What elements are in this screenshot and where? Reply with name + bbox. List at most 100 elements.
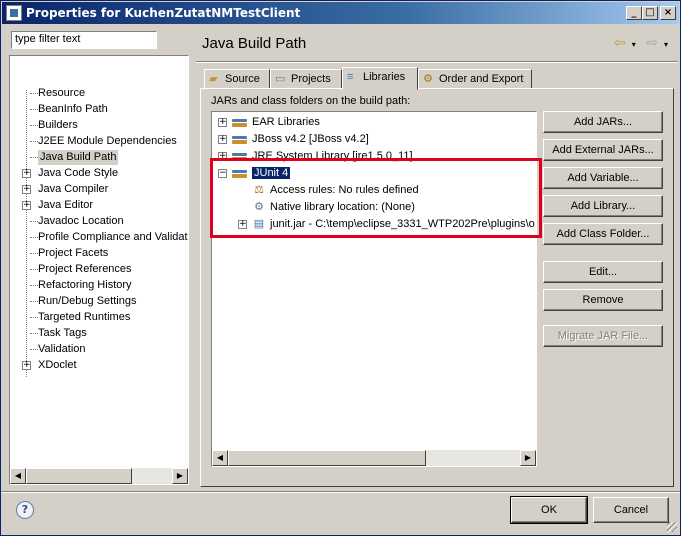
property-page-tree[interactable]: Resource BeanInfo Path Builders J2EE Module…: [9, 55, 189, 485]
tab-source[interactable]: ▰ Source: [204, 69, 270, 89]
ok-button[interactable]: OK: [510, 496, 588, 524]
add-jars-button[interactable]: Add JARs...: [543, 111, 663, 133]
nav-tree-item[interactable]: Run/Debug Settings: [38, 294, 136, 309]
nav-tree-item[interactable]: Task Tags: [38, 326, 87, 341]
library-entry-item[interactable]: ⚖ Access rules: No rules defined: [252, 182, 419, 198]
nav-tree-item[interactable]: Javadoc Location: [38, 214, 124, 229]
expand-icon[interactable]: +: [218, 118, 227, 127]
library-icon: [232, 133, 248, 146]
libraries-icon: ≡: [347, 71, 354, 83]
expand-icon[interactable]: +: [218, 135, 227, 144]
library-label: junit.jar - C:\temp\eclipse_3331_WTP202P…: [270, 218, 535, 230]
maximize-button[interactable]: □: [642, 6, 658, 20]
forward-arrow-icon[interactable]: ⇨: [646, 35, 658, 51]
tab-libraries[interactable]: ≡ Libraries: [342, 67, 418, 90]
page-title: Java Build Path: [202, 35, 307, 52]
library-container-item[interactable]: JBoss v4.2 [JBoss v4.2]: [232, 131, 369, 147]
tab-label: Projects: [291, 73, 331, 85]
nav-tree-item[interactable]: Builders: [38, 118, 78, 133]
expand-icon[interactable]: +: [238, 220, 247, 229]
library-container-item[interactable]: EAR Libraries: [232, 114, 320, 130]
library-entry-item[interactable]: ▤ junit.jar - C:\temp\eclipse_3331_WTP202…: [252, 216, 535, 232]
nav-tree-item[interactable]: Java Editor: [38, 198, 93, 213]
tab-label: Order and Export: [439, 73, 524, 85]
expand-icon[interactable]: +: [22, 201, 31, 210]
nav-tree-item[interactable]: XDoclet: [38, 358, 77, 373]
add-library-button[interactable]: Add Library...: [543, 195, 663, 217]
title-separator: [196, 61, 678, 63]
library-container-item[interactable]: JRE System Library [jre1.5.0_11]: [232, 148, 413, 164]
migrate-jar-button[interactable]: Migrate JAR File...: [543, 325, 663, 347]
nav-tree-item[interactable]: Validation: [38, 342, 86, 357]
tab-order-export[interactable]: ⚙ Order and Export: [418, 69, 532, 89]
nav-horizontal-scrollbar[interactable]: ◀ ▶: [10, 468, 188, 484]
forward-dropdown-icon[interactable]: ▾: [664, 40, 668, 49]
library-label: Native library location: (None): [270, 201, 415, 213]
nav-tree-item[interactable]: Java Build Path: [38, 150, 119, 165]
tree-connector: [30, 93, 38, 94]
tab-projects[interactable]: ▭ Projects: [270, 69, 342, 89]
nav-tree-item[interactable]: Java Compiler: [38, 182, 108, 197]
nav-tree-item[interactable]: Refactoring History: [38, 278, 132, 293]
library-label: JUnit 4: [252, 167, 291, 179]
tree-connector: [30, 301, 38, 302]
help-icon[interactable]: ?: [16, 501, 34, 519]
title-bar[interactable]: Properties for KuchenZutatNMTestClient _…: [2, 2, 679, 24]
nav-tree-item[interactable]: Targeted Runtimes: [38, 310, 130, 325]
expand-icon[interactable]: +: [22, 185, 31, 194]
tree-connector: [30, 109, 38, 110]
library-icon: [232, 150, 248, 163]
library-label: Access rules: No rules defined: [270, 184, 419, 196]
minimize-button[interactable]: _: [626, 6, 642, 20]
nav-tree-item[interactable]: J2EE Module Dependencies: [38, 134, 177, 149]
library-label: EAR Libraries: [252, 116, 320, 128]
libraries-horizontal-scrollbar[interactable]: ◀ ▶: [212, 450, 536, 466]
expand-icon[interactable]: +: [22, 361, 31, 370]
libraries-label: JARs and class folders on the build path…: [211, 95, 411, 107]
nav-tree-item[interactable]: Profile Compliance and Validatic: [38, 230, 188, 245]
window-title: Properties for KuchenZutatNMTestClient: [26, 6, 301, 20]
tree-connector: [30, 221, 38, 222]
tree-connector: [30, 269, 38, 270]
scroll-right-arrow-icon[interactable]: ▶: [520, 450, 536, 466]
nav-tree-item[interactable]: Java Code Style: [38, 166, 118, 181]
close-button[interactable]: ×: [660, 6, 676, 20]
native-library-icon: ⚙: [254, 201, 264, 214]
add-variable-button[interactable]: Add Variable...: [543, 167, 663, 189]
filter-input[interactable]: type filter text: [11, 31, 157, 49]
libraries-tree[interactable]: + EAR Libraries + JBoss v4.2 [JBoss v4.2] + J…: [211, 111, 537, 467]
add-class-folder-button[interactable]: Add Class Folder...: [543, 223, 663, 245]
back-arrow-icon[interactable]: ⇦: [614, 35, 626, 51]
library-entry-item[interactable]: ⚙ Native library location: (None): [252, 199, 415, 215]
remove-button[interactable]: Remove: [543, 289, 663, 311]
nav-tree-item[interactable]: Project References: [38, 262, 132, 277]
nav-tree-item[interactable]: BeanInfo Path: [38, 102, 108, 117]
nav-tree-item[interactable]: Resource: [38, 86, 85, 101]
library-container-item[interactable]: JUnit 4: [232, 165, 291, 181]
tree-connector: [30, 285, 38, 286]
collapse-icon[interactable]: −: [218, 169, 227, 178]
scroll-right-arrow-icon[interactable]: ▶: [172, 468, 188, 484]
property-page-nav: type filter text Resource BeanInfo Path Bu…: [5, 27, 191, 489]
tree-connector: [30, 333, 38, 334]
scroll-left-arrow-icon[interactable]: ◀: [212, 450, 228, 466]
tree-connector: [30, 237, 38, 238]
edit-button[interactable]: Edit...: [543, 261, 663, 283]
back-dropdown-icon[interactable]: ▾: [632, 40, 636, 49]
add-external-jars-button[interactable]: Add External JARs...: [543, 139, 663, 161]
scroll-thumb[interactable]: [26, 468, 132, 484]
tree-connector: [30, 125, 38, 126]
resize-grip-icon[interactable]: [667, 522, 677, 532]
tree-connector: [30, 141, 38, 142]
expand-icon[interactable]: +: [22, 169, 31, 178]
expand-icon[interactable]: +: [218, 152, 227, 161]
scroll-thumb[interactable]: [228, 450, 426, 466]
jar-file-icon: ▤: [253, 218, 265, 231]
tree-connector: [30, 157, 38, 158]
libraries-panel: JARs and class folders on the build path…: [200, 88, 674, 487]
properties-dialog: Properties for KuchenZutatNMTestClient _…: [0, 0, 681, 536]
scroll-left-arrow-icon[interactable]: ◀: [10, 468, 26, 484]
nav-tree-item[interactable]: Project Facets: [38, 246, 108, 261]
cancel-button[interactable]: Cancel: [593, 497, 669, 523]
tree-connector: [30, 349, 38, 350]
